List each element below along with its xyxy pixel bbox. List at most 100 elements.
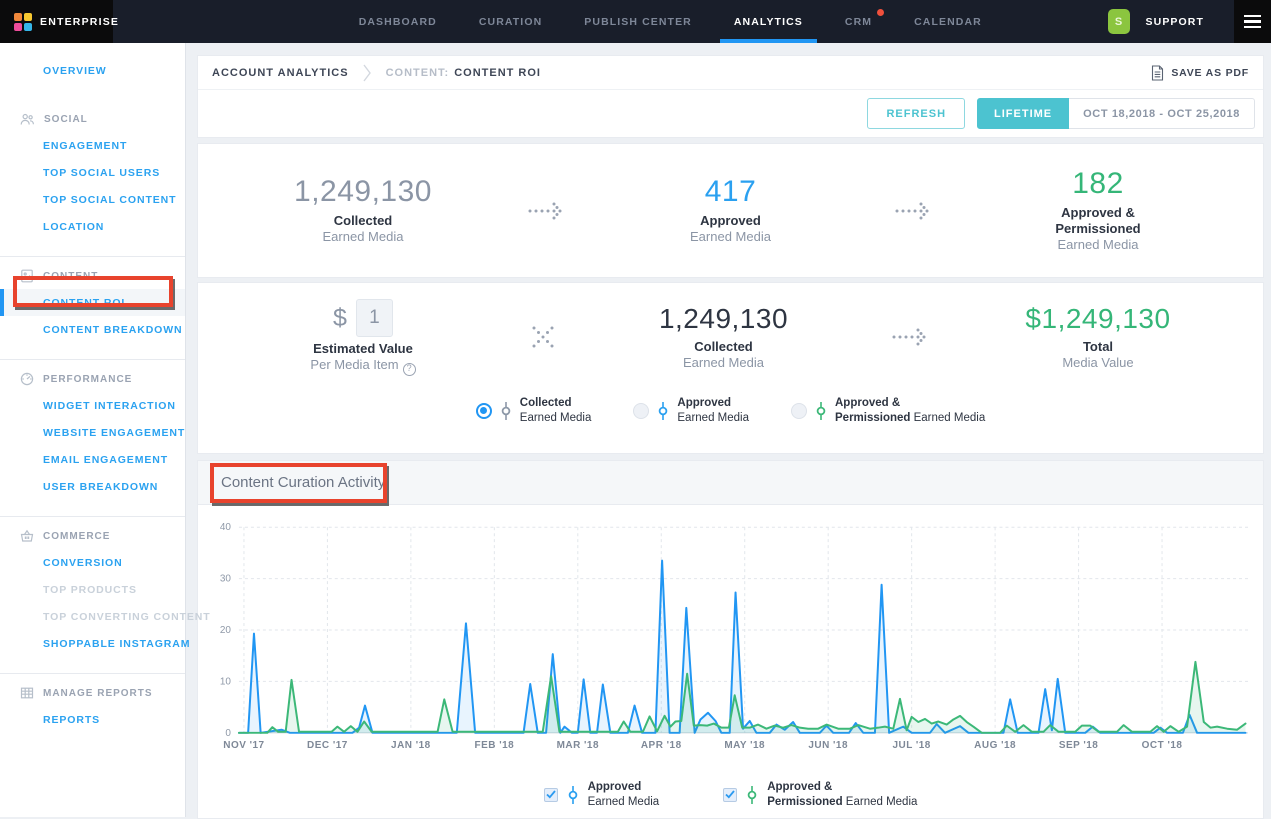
users-icon bbox=[20, 113, 35, 126]
sidebar-item-widget-interaction[interactable]: WIDGET INTERACTION bbox=[0, 392, 185, 419]
checkbox-checked-icon[interactable] bbox=[723, 788, 737, 802]
stat-approved-subtitle: Earned Media bbox=[596, 229, 866, 246]
sidebar-section-content-header: CONTENT bbox=[0, 263, 185, 289]
sidebar-item-content-breakdown[interactable]: CONTENT BREAKDOWN bbox=[0, 316, 185, 343]
notification-dot bbox=[877, 9, 884, 16]
sidebar-item-website-engagement[interactable]: WEBSITE ENGAGEMENT bbox=[0, 419, 185, 446]
sidebar-item-conversion[interactable]: CONVERSION bbox=[0, 549, 185, 576]
stat-approved-permissioned-title: Approved & Permissioned bbox=[963, 205, 1233, 238]
sidebar-item-top-social-content[interactable]: TOP SOCIAL CONTENT bbox=[0, 186, 185, 213]
main-content: ACCOUNT ANALYTICS CONTENT: CONTENT ROI S… bbox=[186, 43, 1271, 817]
save-as-pdf-label: SAVE AS PDF bbox=[1171, 67, 1249, 79]
sidebar-item-overview[interactable]: OVERVIEW bbox=[0, 57, 185, 84]
series-marker-icon bbox=[567, 785, 579, 805]
nav-item-publish-center[interactable]: PUBLISH CENTER bbox=[570, 0, 706, 43]
sidebar-section-content: CONTENT CONTENT ROI CONTENT BREAKDOWN bbox=[0, 256, 185, 343]
stat-approved-permissioned-subtitle: Earned Media bbox=[963, 237, 1233, 254]
sidebar-item-shoppable-instagram[interactable]: SHOPPABLE INSTAGRAM bbox=[0, 630, 185, 657]
support-link[interactable]: SUPPORT bbox=[1146, 16, 1204, 28]
currency-symbol: $ bbox=[333, 304, 347, 333]
date-range-control: LIFETIME OCT 18,2018 - OCT 25,2018 bbox=[977, 98, 1255, 129]
svg-text:JAN '18: JAN '18 bbox=[391, 740, 431, 751]
section-label: COMMERCE bbox=[43, 531, 110, 542]
total-media-value-subtitle: Media Value bbox=[963, 355, 1233, 372]
lifetime-button[interactable]: LIFETIME bbox=[977, 98, 1069, 129]
svg-text:OCT '18: OCT '18 bbox=[1142, 740, 1183, 751]
sidebar-item-user-breakdown[interactable]: USER BREAKDOWN bbox=[0, 473, 185, 500]
nav-item-curation[interactable]: CURATION bbox=[465, 0, 556, 43]
svg-text:40: 40 bbox=[220, 522, 232, 533]
curation-activity-chart: NOV '17DEC '17JAN '18FEB '18MAR '18APR '… bbox=[209, 505, 1252, 772]
stat-collected-value: 1,249,130 bbox=[228, 175, 498, 209]
svg-text:JUN '18: JUN '18 bbox=[808, 740, 848, 751]
breadcrumb-page: CONTENT ROI bbox=[454, 67, 541, 79]
sidebar-section-social-header: SOCIAL bbox=[0, 106, 185, 132]
chart-panel: Content Curation Activity NOV '17DEC '17… bbox=[197, 460, 1264, 819]
svg-text:MAY '18: MAY '18 bbox=[724, 740, 765, 751]
stat-approved-value: 417 bbox=[596, 175, 866, 209]
series-marker-icon bbox=[815, 401, 827, 421]
series-radio-group: Collected Earned Media Approved Earned M… bbox=[198, 396, 1263, 426]
radio-option-label: Approved Earned Media bbox=[677, 396, 749, 426]
roi-collected-title: Collected bbox=[589, 339, 859, 355]
chart-legend: Approved Earned Media Approved & Permiss… bbox=[209, 780, 1252, 810]
nav-item-crm-label: CRM bbox=[845, 16, 872, 28]
section-label: SOCIAL bbox=[44, 114, 88, 125]
hamburger-icon[interactable] bbox=[1234, 0, 1271, 43]
radio-unselected-icon[interactable] bbox=[791, 403, 807, 419]
legend-label: Approved & Permissioned Earned Media bbox=[767, 780, 917, 810]
sidebar-item-top-products: TOP PRODUCTS bbox=[0, 576, 185, 603]
sidebar-item-top-social-users[interactable]: TOP SOCIAL USERS bbox=[0, 159, 185, 186]
content-icon bbox=[20, 269, 34, 283]
nav-item-calendar[interactable]: CALENDAR bbox=[900, 0, 996, 43]
funnel-panel: 1,249,130 Collected Earned Media 417 App… bbox=[197, 143, 1264, 278]
sidebar-item-reports[interactable]: REPORTS bbox=[0, 706, 185, 733]
section-label: MANAGE REPORTS bbox=[43, 688, 153, 699]
save-as-pdf-button[interactable]: SAVE AS PDF bbox=[1151, 65, 1249, 81]
nav-item-analytics[interactable]: ANALYTICS bbox=[720, 0, 817, 43]
checkbox-checked-icon[interactable] bbox=[544, 788, 558, 802]
nav-menu: DASHBOARD CURATION PUBLISH CENTER ANALYT… bbox=[233, 0, 1108, 43]
estimated-value-block: $ 1 Estimated Value Per Media Item? bbox=[228, 299, 498, 376]
breadcrumb: ACCOUNT ANALYTICS CONTENT: CONTENT ROI S… bbox=[198, 56, 1263, 89]
sidebar-item-email-engagement[interactable]: EMAIL ENGAGEMENT bbox=[0, 446, 185, 473]
roi-collected-subtitle: Earned Media bbox=[589, 355, 859, 372]
dotted-arrow-icon bbox=[527, 198, 567, 224]
help-icon[interactable]: ? bbox=[403, 363, 416, 376]
sidebar-item-location[interactable]: LOCATION bbox=[0, 213, 185, 240]
legend-item-approved[interactable]: Approved Earned Media bbox=[544, 780, 660, 810]
chart-header: Content Curation Activity bbox=[198, 461, 1263, 505]
section-label: CONTENT bbox=[43, 271, 98, 282]
radio-option-collected[interactable]: Collected Earned Media bbox=[476, 396, 592, 426]
total-media-value-title: Total bbox=[963, 339, 1233, 355]
radio-option-approved[interactable]: Approved Earned Media bbox=[633, 396, 749, 426]
stat-collected-subtitle: Earned Media bbox=[228, 229, 498, 246]
sidebar-item-top-converting-content: TOP CONVERTING CONTENT bbox=[0, 603, 185, 630]
nav-item-dashboard[interactable]: DASHBOARD bbox=[345, 0, 451, 43]
date-range-button[interactable]: OCT 18,2018 - OCT 25,2018 bbox=[1069, 98, 1255, 129]
sidebar-item-engagement[interactable]: ENGAGEMENT bbox=[0, 132, 185, 159]
radio-selected-icon[interactable] bbox=[476, 403, 492, 419]
performance-icon bbox=[20, 372, 34, 386]
svg-text:AUG '18: AUG '18 bbox=[974, 740, 1016, 751]
radio-unselected-icon[interactable] bbox=[633, 403, 649, 419]
stat-collected: 1,249,130 Collected Earned Media bbox=[228, 175, 498, 246]
sidebar-item-content-roi[interactable]: CONTENT ROI bbox=[0, 289, 185, 316]
sidebar: OVERVIEW SOCIAL ENGAGEMENT TOP SOCIAL US… bbox=[0, 43, 186, 817]
sidebar-section-performance-header: PERFORMANCE bbox=[0, 366, 185, 392]
nav-item-crm[interactable]: CRM bbox=[831, 0, 886, 43]
radio-option-label: Collected Earned Media bbox=[520, 396, 592, 426]
top-nav: ENTERPRISE DASHBOARD CURATION PUBLISH CE… bbox=[0, 0, 1271, 43]
breadcrumb-root[interactable]: ACCOUNT ANALYTICS bbox=[212, 67, 349, 79]
legend-item-approved-permissioned[interactable]: Approved & Permissioned Earned Media bbox=[723, 780, 917, 810]
radio-option-approved-permissioned[interactable]: Approved & Permissioned Earned Media bbox=[791, 396, 985, 426]
brand[interactable]: ENTERPRISE bbox=[0, 0, 113, 43]
chevron-right-icon bbox=[363, 64, 372, 82]
commerce-icon bbox=[20, 529, 34, 543]
svg-text:APR '18: APR '18 bbox=[641, 740, 682, 751]
user-avatar[interactable]: S bbox=[1108, 9, 1130, 34]
estimated-value-input[interactable]: 1 bbox=[356, 299, 393, 337]
stat-approved-title: Approved bbox=[596, 213, 866, 229]
refresh-button[interactable]: REFRESH bbox=[867, 98, 965, 129]
dotted-arrow-icon bbox=[894, 198, 934, 224]
